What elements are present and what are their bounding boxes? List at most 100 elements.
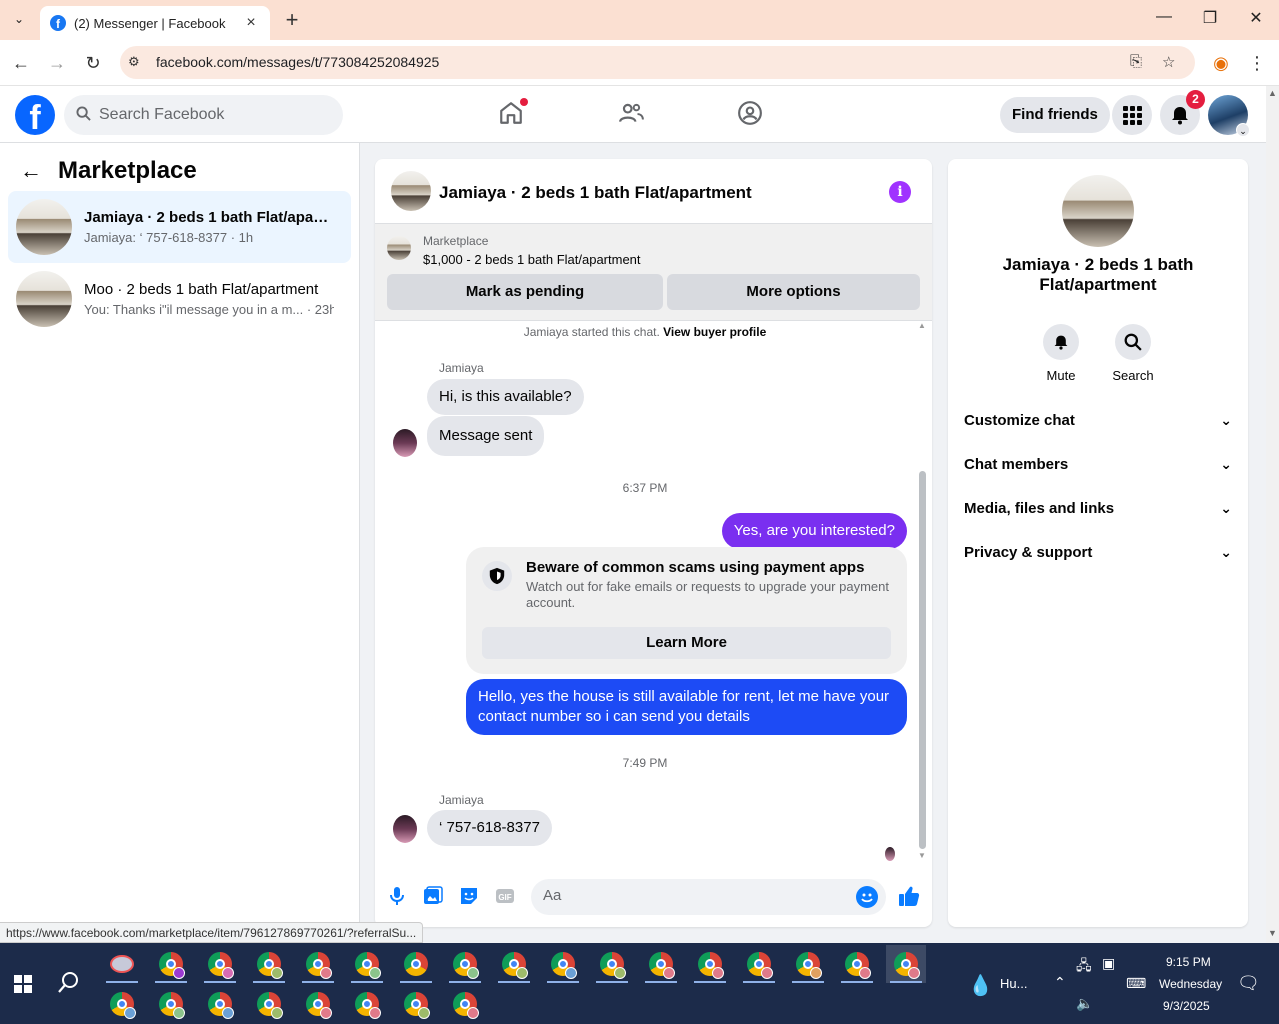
- omnibox[interactable]: ⚙ facebook.com/messages/t/77308425208492…: [120, 46, 1195, 79]
- groups-nav[interactable]: [737, 100, 765, 128]
- learn-more-button[interactable]: Learn More: [482, 627, 891, 659]
- conversation-item[interactable]: Moo · 2 beds 1 bath Flat/apartment You: …: [8, 263, 351, 335]
- taskbar-chrome-icon[interactable]: [543, 945, 583, 983]
- taskbar-search-icon[interactable]: [58, 971, 80, 999]
- clock-date[interactable]: 9/3/2025: [1163, 999, 1210, 1013]
- incoming-message[interactable]: Message sent: [427, 416, 545, 456]
- facebook-logo[interactable]: f: [15, 95, 55, 135]
- message-scrollbar[interactable]: ▲ ▼: [918, 321, 926, 860]
- network-icon[interactable]: 🖧: [1076, 955, 1092, 979]
- gif-icon[interactable]: GIF: [494, 885, 516, 907]
- taskbar-chrome-icon[interactable]: [347, 985, 387, 1023]
- incoming-message[interactable]: Hi, is this available?: [427, 379, 584, 415]
- taskbar-chrome-icon[interactable]: [151, 945, 191, 983]
- clock-time[interactable]: 9:15 PM: [1166, 955, 1211, 969]
- keyboard-icon[interactable]: ⌨: [1126, 975, 1146, 992]
- chat-members-row[interactable]: Chat members ⌄: [964, 456, 1232, 480]
- sender-avatar[interactable]: [393, 429, 417, 457]
- search-action[interactable]: Search: [1103, 324, 1163, 383]
- taskbar-chrome-icon[interactable]: [788, 945, 828, 983]
- privacy-support-row[interactable]: Privacy & support ⌄: [964, 544, 1232, 568]
- message-input-box[interactable]: [531, 879, 886, 915]
- notifications-center-icon[interactable]: 🗨: [1237, 973, 1260, 994]
- page-scroll-down-icon[interactable]: ▼: [1268, 928, 1277, 938]
- show-hidden-icons-chevron-icon[interactable]: ⌃: [1054, 974, 1066, 991]
- taskbar-chrome-icon[interactable]: [200, 945, 240, 983]
- taskbar-chrome-icon[interactable]: [739, 945, 779, 983]
- browser-menu-icon[interactable]: ⋮: [1246, 52, 1268, 74]
- search-input[interactable]: [99, 106, 319, 124]
- page-scrollbar[interactable]: ▲ ▼: [1266, 86, 1279, 943]
- taskbar-chrome-icon[interactable]: [837, 945, 877, 983]
- profile-icon[interactable]: ◉: [1210, 52, 1232, 74]
- back-arrow-icon[interactable]: ←: [20, 158, 42, 184]
- taskbar-chrome-icon[interactable]: [200, 985, 240, 1023]
- taskbar-chrome-icon[interactable]: [445, 985, 485, 1023]
- outgoing-message[interactable]: Hello, yes the house is still available …: [466, 679, 907, 735]
- sticker-icon[interactable]: [458, 885, 480, 907]
- view-buyer-profile-link[interactable]: View buyer profile: [663, 325, 766, 339]
- weather-text[interactable]: Hu...: [1000, 976, 1027, 991]
- friends-nav[interactable]: [618, 100, 646, 128]
- listing-price-title[interactable]: $1,000 - 2 beds 1 bath Flat/apartment: [423, 252, 641, 267]
- taskbar-chrome-icon[interactable]: [690, 945, 730, 983]
- incoming-message[interactable]: ‘ 757-618-8377: [427, 810, 552, 846]
- scrollbar-thumb[interactable]: [919, 471, 926, 849]
- home-nav[interactable]: [498, 98, 528, 128]
- sender-avatar[interactable]: [393, 815, 417, 843]
- mark-as-pending-button[interactable]: Mark as pending: [387, 274, 663, 310]
- tab-close-icon[interactable]: ×: [242, 14, 260, 32]
- mute-action[interactable]: Mute: [1031, 324, 1091, 383]
- install-app-icon[interactable]: ⎘: [1130, 53, 1142, 70]
- reload-button[interactable]: ↻: [82, 52, 104, 74]
- scroll-down-arrow-icon[interactable]: ▼: [918, 851, 926, 860]
- taskbar-chrome-active-icon[interactable]: [886, 945, 926, 983]
- customize-chat-row[interactable]: Customize chat ⌄: [964, 412, 1232, 436]
- restore-button[interactable]: ❐: [1195, 8, 1225, 28]
- windows-start-icon[interactable]: [14, 975, 32, 993]
- chat-title[interactable]: Jamiaya · 2 beds 1 bath Flat/apartment: [439, 183, 752, 203]
- find-friends-button[interactable]: Find friends: [1000, 97, 1110, 133]
- url-text[interactable]: facebook.com/messages/t/773084252084925: [156, 54, 439, 70]
- taskbar-chrome-icon[interactable]: [298, 945, 338, 983]
- browser-tab[interactable]: f (2) Messenger | Facebook ×: [40, 6, 270, 40]
- minimize-button[interactable]: —: [1149, 8, 1179, 26]
- emoji-icon[interactable]: [856, 886, 878, 908]
- more-options-button[interactable]: More options: [667, 274, 920, 310]
- taskbar-chrome-icon[interactable]: [249, 945, 289, 983]
- clock-day[interactable]: Wednesday: [1159, 977, 1222, 991]
- back-button[interactable]: ←: [10, 52, 32, 74]
- taskbar-chrome-icon[interactable]: [494, 945, 534, 983]
- weather-drop-icon[interactable]: 💧: [968, 973, 993, 998]
- conversation-item[interactable]: Jamiaya · 2 beds 1 bath Flat/apart... Ja…: [8, 191, 351, 263]
- taskbar-chrome-icon[interactable]: [396, 945, 436, 983]
- media-files-links-row[interactable]: Media, files and links ⌄: [964, 500, 1232, 524]
- scroll-up-arrow-icon[interactable]: ▲: [918, 321, 926, 330]
- taskbar-chrome-icon[interactable]: [641, 945, 681, 983]
- forward-button[interactable]: →: [46, 52, 68, 74]
- taskbar-chrome-icon[interactable]: [445, 945, 485, 983]
- new-tab-button[interactable]: +: [282, 9, 302, 31]
- menu-grid-button[interactable]: [1112, 95, 1152, 135]
- bookmark-star-icon[interactable]: ☆: [1162, 53, 1175, 71]
- message-input[interactable]: [543, 887, 843, 904]
- mute-bell-icon[interactable]: [1043, 324, 1079, 360]
- info-icon[interactable]: i: [889, 181, 911, 203]
- site-info-icon[interactable]: ⚙: [128, 54, 144, 70]
- taskbar-chrome-icon[interactable]: [396, 985, 436, 1023]
- taskbar-chrome-icon[interactable]: [151, 985, 191, 1023]
- close-window-button[interactable]: ✕: [1241, 8, 1271, 28]
- search-icon[interactable]: [1115, 324, 1151, 360]
- voice-clip-icon[interactable]: [386, 885, 408, 907]
- taskbar-chrome-icon[interactable]: [347, 945, 387, 983]
- taskbar-chrome-icon[interactable]: [249, 985, 289, 1023]
- listing-large-thumbnail[interactable]: [1062, 175, 1134, 247]
- camera-icon[interactable]: ▣: [1102, 955, 1115, 972]
- account-avatar[interactable]: ⌄: [1208, 95, 1250, 137]
- tab-search-chevron-icon[interactable]: ⌄: [8, 8, 30, 30]
- thumbs-up-icon[interactable]: [898, 885, 920, 907]
- photo-attach-icon[interactable]: [422, 885, 444, 907]
- page-scroll-up-icon[interactable]: ▲: [1268, 88, 1277, 98]
- facebook-search[interactable]: [64, 95, 343, 135]
- volume-icon[interactable]: 🔈: [1076, 995, 1093, 1012]
